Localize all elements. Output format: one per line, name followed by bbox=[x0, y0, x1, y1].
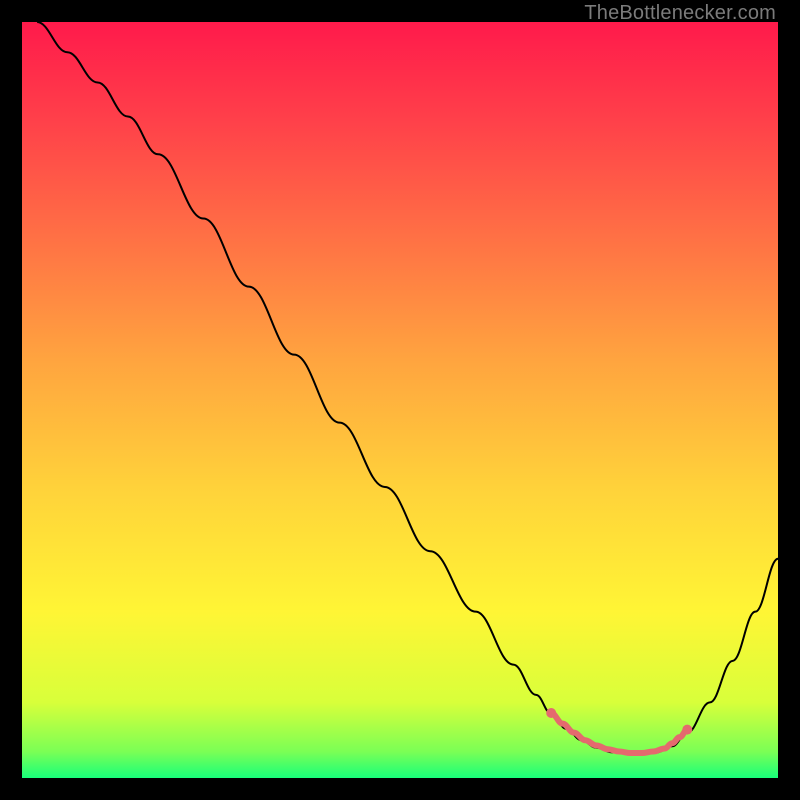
watermark-text: TheBottlenecker.com bbox=[584, 2, 776, 25]
gradient-background bbox=[22, 22, 778, 778]
bottleneck-chart bbox=[22, 22, 778, 778]
highlight-endpoint bbox=[682, 725, 692, 735]
chart-frame bbox=[22, 22, 778, 778]
highlight-endpoint bbox=[546, 708, 556, 718]
